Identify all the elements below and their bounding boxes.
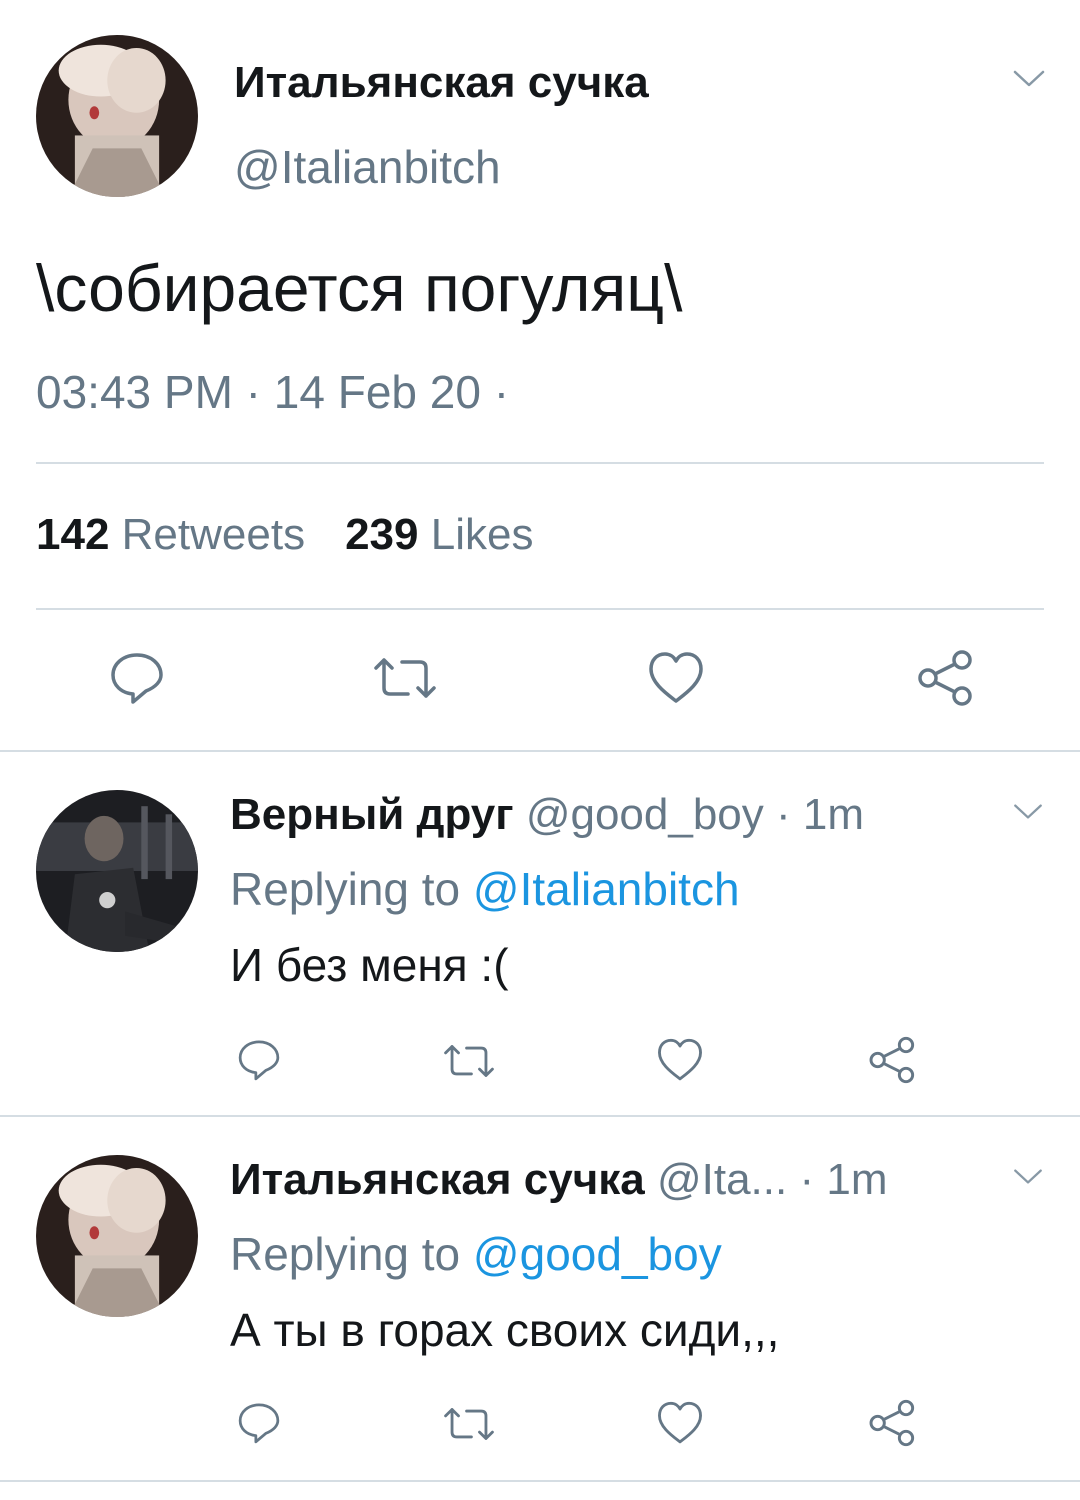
reply-icon[interactable] (236, 1401, 282, 1445)
retweet-icon[interactable] (372, 652, 438, 704)
replying-prefix: Replying to (230, 1228, 461, 1280)
likes-label[interactable]: Likes (431, 510, 534, 559)
replying-to-link[interactable]: @Italianbitch (473, 863, 740, 915)
reply-tweet[interactable]: Верный друг @good_boy · 1m Replying to @… (0, 752, 1080, 1116)
reply-text: А ты в горах своих сиди,,, (230, 1304, 780, 1356)
heart-icon[interactable] (656, 1400, 704, 1446)
divider (36, 608, 1044, 610)
retweet-icon[interactable] (442, 1403, 496, 1445)
replying-to: Replying to @good_boy (230, 1227, 722, 1281)
share-icon[interactable] (866, 1035, 916, 1085)
divider (0, 1480, 1080, 1482)
replying-to: Replying to @Italianbitch (230, 862, 740, 916)
retweets-count[interactable]: 142 (36, 510, 109, 559)
reply-tweet[interactable]: Итальянская сучка @Ita... · 1m Replying … (0, 1117, 1080, 1481)
reply-text: И без меня :( (230, 939, 509, 991)
likes-count[interactable]: 239 (345, 510, 418, 559)
reply-author-handle[interactable]: @good_boy (526, 790, 764, 839)
tweet-stats: 142 Retweets 239 Likes (36, 510, 533, 560)
reply-header: Верный друг @good_boy · 1m (230, 790, 990, 840)
author-name[interactable]: Итальянская сучка (234, 58, 649, 108)
chevron-down-icon[interactable] (1012, 1167, 1044, 1187)
reply-author-name[interactable]: Верный друг (230, 790, 514, 839)
reply-header: Итальянская сучка @Ita... · 1m (230, 1155, 990, 1205)
divider (36, 462, 1044, 464)
author-handle[interactable]: @Italianbitch (234, 140, 501, 194)
heart-icon[interactable] (647, 650, 705, 706)
reply-author-name[interactable]: Итальянская сучка (230, 1155, 645, 1204)
replying-to-link[interactable]: @good_boy (473, 1228, 722, 1280)
replying-prefix: Replying to (230, 863, 461, 915)
reply-time[interactable]: · 1m (799, 1155, 887, 1204)
retweet-icon[interactable] (442, 1040, 496, 1082)
reply-author-avatar[interactable] (36, 1155, 198, 1317)
share-icon[interactable] (914, 648, 974, 708)
heart-icon[interactable] (656, 1037, 704, 1083)
tweet-text: \собирается погуляц\ (36, 251, 683, 325)
reply-author-avatar[interactable] (36, 790, 198, 952)
main-tweet[interactable]: Итальянская сучка @Italianbitch \собирае… (0, 0, 1080, 750)
reply-author-handle[interactable]: @Ita... (657, 1155, 787, 1204)
tweet-timestamp[interactable]: 03:43 PM · 14 Feb 20 · (36, 365, 509, 419)
reply-icon[interactable] (108, 650, 166, 706)
chevron-down-icon[interactable] (1012, 802, 1044, 822)
author-avatar[interactable] (36, 35, 198, 197)
chevron-down-icon[interactable] (1012, 68, 1046, 90)
share-icon[interactable] (866, 1398, 916, 1448)
reply-icon[interactable] (236, 1038, 282, 1082)
tweet-thread: Итальянская сучка @Italianbitch \собирае… (0, 0, 1080, 1500)
reply-time[interactable]: · 1m (776, 790, 864, 839)
retweets-label[interactable]: Retweets (122, 510, 305, 559)
